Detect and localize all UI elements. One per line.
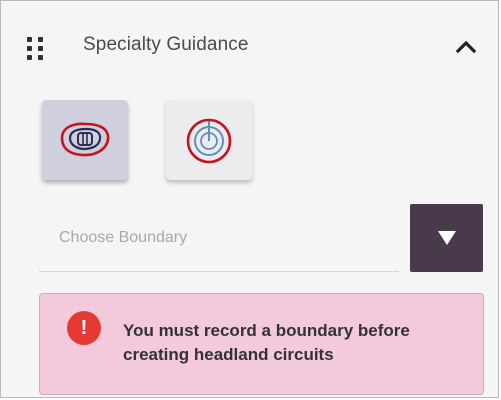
- specialty-guidance-panel: Specialty Guidance Choose Boundary ! You…: [0, 0, 499, 398]
- boundary-dropdown-button[interactable]: [410, 204, 483, 272]
- exclamation-icon: !: [67, 311, 101, 345]
- collapse-button[interactable]: [449, 31, 483, 63]
- panel-header: Specialty Guidance: [1, 1, 498, 89]
- boundary-mode-button[interactable]: [42, 100, 128, 180]
- boundary-selector: [39, 204, 485, 274]
- alert-message: You must record a boundary before creati…: [123, 321, 410, 364]
- boundary-mode-icon: [60, 122, 110, 157]
- boundary-required-alert: ! You must record a boundary before crea…: [39, 293, 484, 395]
- choose-boundary-input[interactable]: [39, 204, 399, 272]
- chevron-up-icon: [455, 40, 477, 54]
- triangle-down-icon: [437, 231, 456, 245]
- drag-handle-icon[interactable]: [27, 37, 45, 60]
- pivot-mode-icon: [186, 118, 232, 164]
- pivot-mode-button[interactable]: [166, 100, 252, 180]
- panel-title: Specialty Guidance: [83, 34, 249, 55]
